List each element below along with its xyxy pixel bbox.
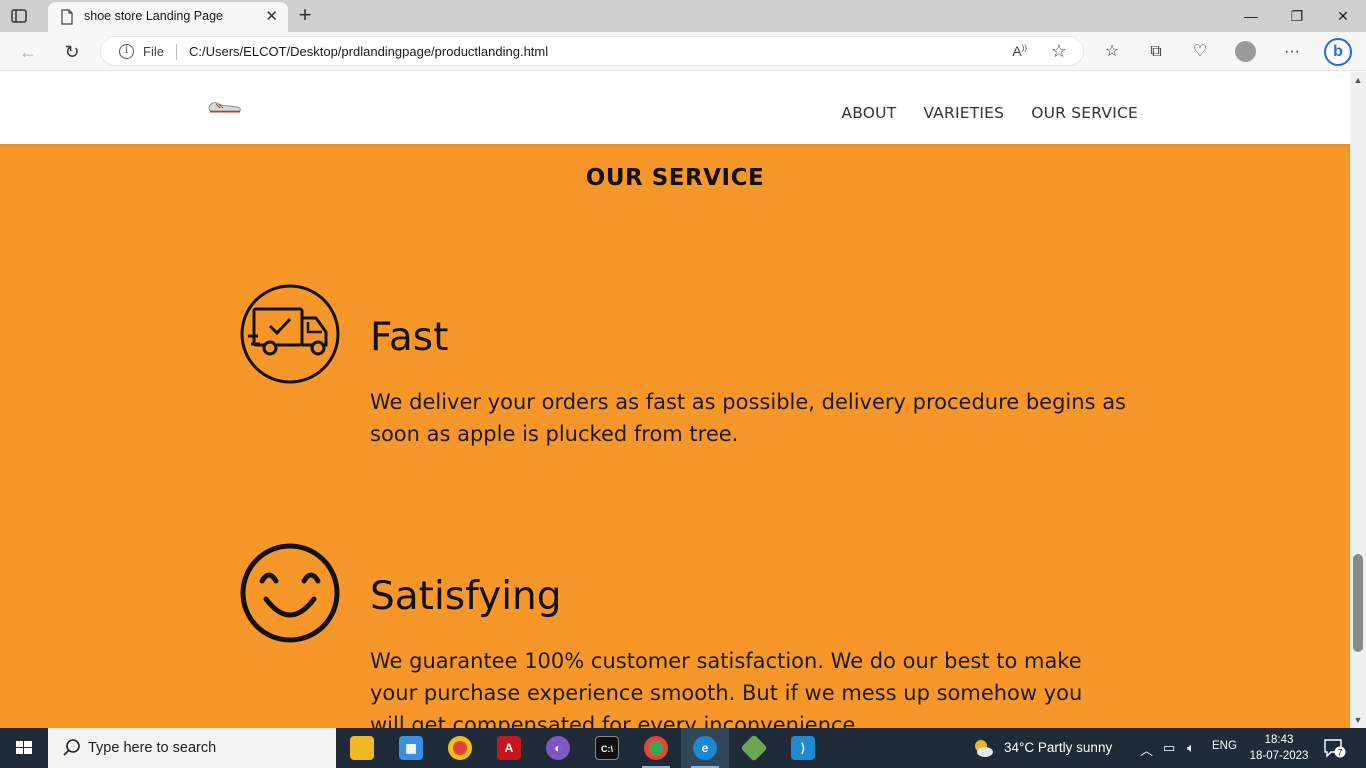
windows-taskbar: Type here to search ▦ A ◐ C:\ e ⟩ 34°C P… <box>0 728 1366 768</box>
new-tab-button[interactable]: + <box>294 4 316 26</box>
performance-icon[interactable]: ♡ <box>1188 40 1212 64</box>
git-icon[interactable] <box>730 728 778 768</box>
bing-chat-icon[interactable]: b <box>1324 38 1352 66</box>
close-tab-icon[interactable]: ✕ <box>265 9 278 25</box>
page-icon <box>61 9 73 25</box>
address-separator <box>176 44 177 60</box>
weather-text: 34°C Partly sunny <box>1004 740 1113 755</box>
volume-icon[interactable]: 🔈︎ <box>1187 740 1195 756</box>
address-bar[interactable]: i File C:/Users/ELCOT/Desktop/prdlanding… <box>100 36 1084 66</box>
battery-icon[interactable]: ▭ <box>1163 740 1175 756</box>
delivery-truck-icon <box>240 284 340 384</box>
site-nav: ABOUT VARIETIES OUR SERVICE <box>841 104 1138 122</box>
service-heading: Fast <box>370 315 449 360</box>
scroll-down-arrow-icon[interactable]: ▼ <box>1350 714 1366 726</box>
windows-start-icon[interactable] <box>0 728 48 768</box>
shoe-logo-icon[interactable] <box>206 96 244 116</box>
more-menu-icon[interactable]: ··· <box>1280 40 1304 64</box>
search-icon <box>63 739 80 756</box>
url-text[interactable]: C:/Users/ELCOT/Desktop/prdlandingpage/pr… <box>189 44 548 59</box>
service-description: We deliver your orders as fast as possib… <box>370 390 1126 446</box>
section-title: OUR SERVICE <box>585 165 765 191</box>
file-label: File <box>143 44 164 59</box>
restore-button[interactable]: ❐ <box>1274 0 1320 32</box>
minimize-button[interactable]: — <box>1228 0 1274 32</box>
partly-sunny-icon <box>975 740 993 757</box>
scroll-up-arrow-icon[interactable]: ▲ <box>1350 74 1366 86</box>
notification-count: 7 <box>1337 748 1342 758</box>
page-scrollbar[interactable]: ▲ ▼ <box>1350 72 1366 728</box>
collections-icon[interactable]: ⧉ <box>1144 40 1168 64</box>
service-description: We guarantee 100% customer satisfaction.… <box>370 649 1083 728</box>
scrollbar-thumb[interactable] <box>1353 554 1363 652</box>
search-placeholder: Type here to search <box>88 740 217 756</box>
service-heading: Satisfying <box>370 574 562 619</box>
profile-avatar[interactable] <box>1235 41 1256 62</box>
refresh-button[interactable]: ↻ <box>60 40 84 64</box>
vscode-icon[interactable]: ⟩ <box>779 728 827 768</box>
page-viewport: ABOUT VARIETIES OUR SERVICE OUR SERVICE … <box>0 72 1350 728</box>
info-icon[interactable]: i <box>119 44 134 59</box>
nav-link-our-service[interactable]: OUR SERVICE <box>1031 104 1138 122</box>
tab-title: shoe store Landing Page <box>84 9 223 23</box>
chrome-icon[interactable] <box>436 728 484 768</box>
language-indicator[interactable]: ENG <box>1212 740 1237 752</box>
file-explorer-icon[interactable] <box>338 728 386 768</box>
read-aloud-icon[interactable]: A)) <box>1012 43 1027 59</box>
site-header: ABOUT VARIETIES OUR SERVICE <box>0 72 1350 144</box>
chrome-profile-icon[interactable] <box>632 728 680 768</box>
close-window-button[interactable]: ✕ <box>1320 0 1366 32</box>
microsoft-store-icon[interactable]: ▦ <box>387 728 435 768</box>
tor-browser-icon[interactable]: ◐ <box>534 728 582 768</box>
show-hidden-icons-icon[interactable]: ︿ <box>1140 740 1153 759</box>
system-clock[interactable]: 18:43 18-07-2023 <box>1248 732 1310 764</box>
favorites-icon[interactable]: ☆ <box>1100 40 1124 64</box>
nav-link-varieties[interactable]: VARIETIES <box>923 104 1004 122</box>
notification-center-icon[interactable]: 7 <box>1322 738 1346 758</box>
nav-link-about[interactable]: ABOUT <box>841 104 896 122</box>
browser-tab[interactable]: shoe store Landing Page ✕ <box>48 2 288 32</box>
acrobat-icon[interactable]: A <box>485 728 533 768</box>
favorite-star-icon[interactable]: ☆ <box>1051 41 1067 62</box>
terminal-icon[interactable]: C:\ <box>583 728 631 768</box>
edge-icon[interactable]: e <box>681 728 729 768</box>
smiley-face-icon <box>240 543 340 643</box>
clock-date: 18-07-2023 <box>1249 750 1309 762</box>
taskbar-search[interactable]: Type here to search <box>48 728 336 768</box>
back-button[interactable]: ← <box>16 40 40 64</box>
clock-time: 18:43 <box>1264 734 1294 746</box>
address-toolbar: ← ↻ i File C:/Users/ELCOT/Desktop/prdlan… <box>0 32 1366 71</box>
tab-actions-icon[interactable] <box>10 7 28 25</box>
browser-tab-bar: shoe store Landing Page ✕ + — ❐ ✕ <box>0 0 1366 32</box>
